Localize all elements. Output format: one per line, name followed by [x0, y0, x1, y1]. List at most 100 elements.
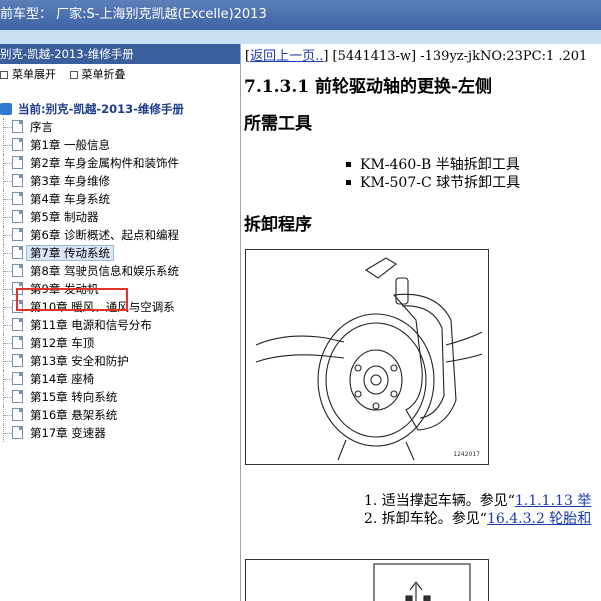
tree-item[interactable]: 第4章 车身系统 [0, 190, 240, 208]
page-icon [12, 138, 23, 151]
toolbar-strip [0, 30, 601, 44]
tree-branch-line [4, 217, 12, 218]
tools-heading: 所需工具 [244, 114, 312, 134]
tree-branch-line [4, 235, 12, 236]
tree-item-label: 第6章 诊断概述、起点和编程 [30, 228, 179, 242]
collapse-icon [69, 71, 78, 79]
tree-item-label: 第16章 悬架系统 [30, 408, 118, 422]
tree-root-label: 当前:别克-凯越-2013-维修手册 [18, 102, 184, 116]
step-2-reference-link[interactable]: 16.4.3.2 轮胎和 [487, 511, 591, 527]
tree-branch-line [4, 343, 12, 344]
tree-item-label: 第14章 座椅 [30, 372, 95, 386]
tree-item[interactable]: 第5章 制动器 [0, 208, 240, 226]
tree-branch-line [4, 271, 12, 272]
tree-branch-line [4, 397, 12, 398]
tree-branch-line [4, 379, 12, 380]
tree-branch-line [4, 127, 12, 128]
tree-item-label: 第8章 驾驶员信息和娱乐系统 [30, 264, 179, 278]
list-item: KM-507-C 球节拆卸工具 [346, 174, 601, 192]
tree-branch-line [4, 361, 12, 362]
procedure-steps: 1. 适当撑起车辆。参见“1.1.1.13 举 2. 拆卸车轮。参见“16.4.… [242, 492, 591, 528]
tree-item-label: 第1章 一般信息 [30, 138, 110, 152]
tree-branch-line [4, 415, 12, 416]
page-icon [12, 354, 23, 367]
tools-list: KM-460-B 半轴拆卸工具 KM-507-C 球节拆卸工具 [242, 156, 601, 192]
tree-item-label: 序言 [30, 120, 53, 134]
tree-branch-line [4, 307, 12, 308]
figure-number: 1242017 [453, 451, 480, 458]
tree-branch-line [4, 199, 12, 200]
tree-item-label: 第11章 电源和信号分布 [30, 318, 152, 332]
page-icon [12, 336, 23, 349]
tree-item[interactable]: 第7章 传动系统 [0, 244, 240, 262]
chapter-tree: 当前:别克-凯越-2013-维修手册 序言第1章 一般信息第2章 车身金属构件和… [0, 100, 240, 442]
procedure-heading: 拆卸程序 [244, 215, 312, 235]
page-icon [12, 390, 23, 403]
tree-branch-line [4, 163, 12, 164]
page-icon [12, 210, 23, 223]
nav-line: [返回上一页..] [5441413-w] -139yz-jkNO:23PC:1… [245, 49, 588, 64]
tree-item-label: 第17章 变速器 [30, 426, 106, 440]
page-icon [12, 156, 23, 169]
tree-item-label: 第13章 安全和防护 [30, 354, 129, 368]
collapse-menu-button[interactable]: 菜单折叠 [69, 68, 126, 81]
tree-item[interactable]: 第12章 车顶 [0, 334, 240, 352]
tree-item[interactable]: 第13章 安全和防护 [0, 352, 240, 370]
page-icon [12, 264, 23, 277]
tree-header: 别克-凯越-2013-维修手册 [0, 44, 240, 64]
list-item: 2. 拆卸车轮。参见“16.4.3.2 轮胎和 [364, 511, 592, 527]
document-id: ] [5441413-w] -139yz-jkNO:23PC:1 .201 [323, 49, 588, 64]
left-navigation-pane: 别克-凯越-2013-维修手册 菜单展开 菜单折叠 当前:别克-凯越-2013-… [0, 44, 241, 601]
page-title: 7.1.3.1 前轮驱动轴的更换-左侧 [244, 77, 493, 97]
tree-item-label: 第12章 车顶 [30, 336, 95, 350]
page-icon [12, 174, 23, 187]
tree-branch-line [4, 181, 12, 182]
tree-item[interactable]: 第17章 变速器 [0, 424, 240, 442]
highlight-box [16, 288, 128, 311]
page-icon [12, 228, 23, 241]
document-pane: [返回上一页..] [5441413-w] -139yz-jkNO:23PC:1… [242, 44, 601, 601]
tree-item[interactable]: 第2章 车身金属构件和装饰件 [0, 154, 240, 172]
expand-icon [0, 71, 8, 79]
partial-illustration [373, 563, 471, 601]
tree-branch-line [4, 145, 12, 146]
step-1-reference-link[interactable]: 1.1.1.13 举 [515, 493, 591, 509]
list-item: 1. 适当撑起车辆。参见“1.1.1.13 举 [364, 493, 592, 509]
manual-icon [0, 103, 12, 115]
page-icon [12, 426, 23, 439]
page-icon [12, 408, 23, 421]
tree-item[interactable]: 第3章 车身维修 [0, 172, 240, 190]
tree-item[interactable]: 第8章 驾驶员信息和娱乐系统 [0, 262, 240, 280]
tree-toolbar: 菜单展开 菜单折叠 [0, 64, 240, 86]
page-icon [12, 372, 23, 385]
back-link[interactable]: 返回上一页.. [250, 49, 323, 64]
tree-item-label: 第15章 转向系统 [30, 390, 118, 404]
tree-item[interactable]: 第16章 悬架系统 [0, 406, 240, 424]
tree-item[interactable]: 第14章 座椅 [0, 370, 240, 388]
tree-branch-line [4, 289, 12, 290]
list-item: KM-460-B 半轴拆卸工具 [346, 156, 601, 174]
tree-item-label: 第2章 车身金属构件和装饰件 [30, 156, 179, 170]
tree-item[interactable]: 序言 [0, 118, 240, 136]
tree-branch-line [4, 253, 12, 254]
window-title: 前车型： 厂家:S-上海别克凯越(Excelle)2013 [0, 7, 267, 22]
tree-item-label: 第5章 制动器 [30, 210, 99, 224]
tree-branch-line [4, 433, 12, 434]
brake-assembly-figure: 1242017 [245, 249, 489, 465]
page-icon [12, 192, 23, 205]
brake-disc-illustration [255, 257, 483, 461]
window-title-bar: 前车型： 厂家:S-上海别克凯越(Excelle)2013 [0, 0, 601, 30]
page-icon [12, 318, 23, 331]
tree-item-label: 第7章 传动系统 [26, 245, 114, 261]
tree-branch-line [4, 325, 12, 326]
expand-menu-button[interactable]: 菜单展开 [0, 68, 56, 81]
tree-item-label: 第3章 车身维修 [30, 174, 110, 188]
page-icon [12, 120, 23, 133]
tree-item-label: 第4章 车身系统 [30, 192, 110, 206]
tree-item[interactable]: 第11章 电源和信号分布 [0, 316, 240, 334]
tree-item[interactable]: 第6章 诊断概述、起点和编程 [0, 226, 240, 244]
tree-item[interactable]: 第1章 一般信息 [0, 136, 240, 154]
tree-item[interactable]: 第15章 转向系统 [0, 388, 240, 406]
tree-root[interactable]: 当前:别克-凯越-2013-维修手册 [0, 100, 240, 118]
page-icon [12, 246, 23, 259]
